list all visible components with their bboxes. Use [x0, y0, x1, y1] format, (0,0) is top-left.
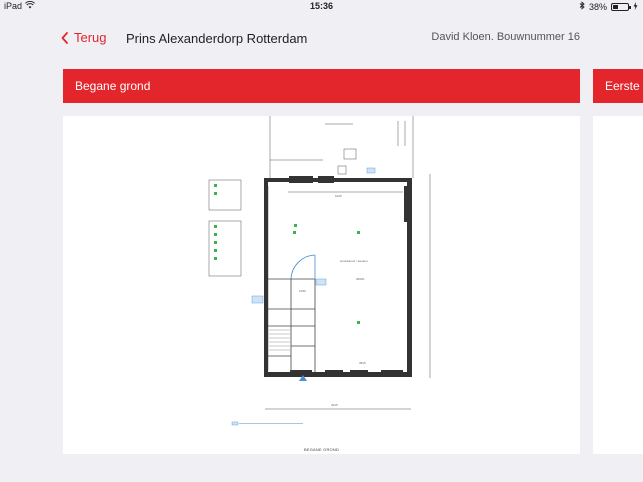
- svg-text:36020: 36020: [356, 277, 365, 281]
- back-label: Terug: [74, 30, 107, 45]
- page-title: Prins Alexanderdorp Rotterdam: [126, 31, 308, 46]
- user-info: David Kloen. Bouwnummer 16: [431, 31, 580, 43]
- plan-label: BEGANE GROND: [303, 447, 340, 452]
- status-time: 15:36: [309, 1, 334, 11]
- svg-text:woonkamer / keuken: woonkamer / keuken: [340, 259, 368, 263]
- chevron-left-icon: [61, 31, 68, 44]
- svg-text:3815: 3815: [359, 361, 366, 365]
- svg-text:6125: 6125: [335, 194, 342, 198]
- charging-icon: [633, 1, 638, 12]
- floor-plan-image[interactable]: [593, 116, 643, 454]
- battery-cap: [629, 5, 631, 9]
- floor-plan-image[interactable]: woonkamer / keuken 36020 6125 3815 1090 …: [63, 116, 580, 454]
- floor-card-begane-grond[interactable]: Begane grond woonkamer / keuken 36020 61…: [63, 69, 580, 455]
- battery-fill: [613, 4, 619, 9]
- status-bar: iPad 15:36 38%: [0, 0, 643, 14]
- back-button[interactable]: Terug: [61, 30, 107, 45]
- svg-text:4315: 4315: [331, 403, 338, 407]
- bluetooth-icon: [579, 1, 585, 12]
- floor-card-header: Eerste v: [593, 69, 643, 103]
- navigation-bar: Terug Prins Alexanderdorp Rotterdam Davi…: [0, 14, 643, 62]
- floor-card-header: Begane grond: [63, 69, 580, 103]
- floor-card-eerste-verdieping[interactable]: Eerste v: [593, 69, 643, 455]
- battery-percent: 38%: [588, 1, 607, 12]
- floor-plan-drawing: woonkamer / keuken 36020 6125 3815 1090 …: [208, 116, 431, 426]
- svg-text:1090: 1090: [299, 289, 306, 293]
- status-right: 38%: [579, 1, 638, 12]
- battery-icon: [611, 2, 631, 11]
